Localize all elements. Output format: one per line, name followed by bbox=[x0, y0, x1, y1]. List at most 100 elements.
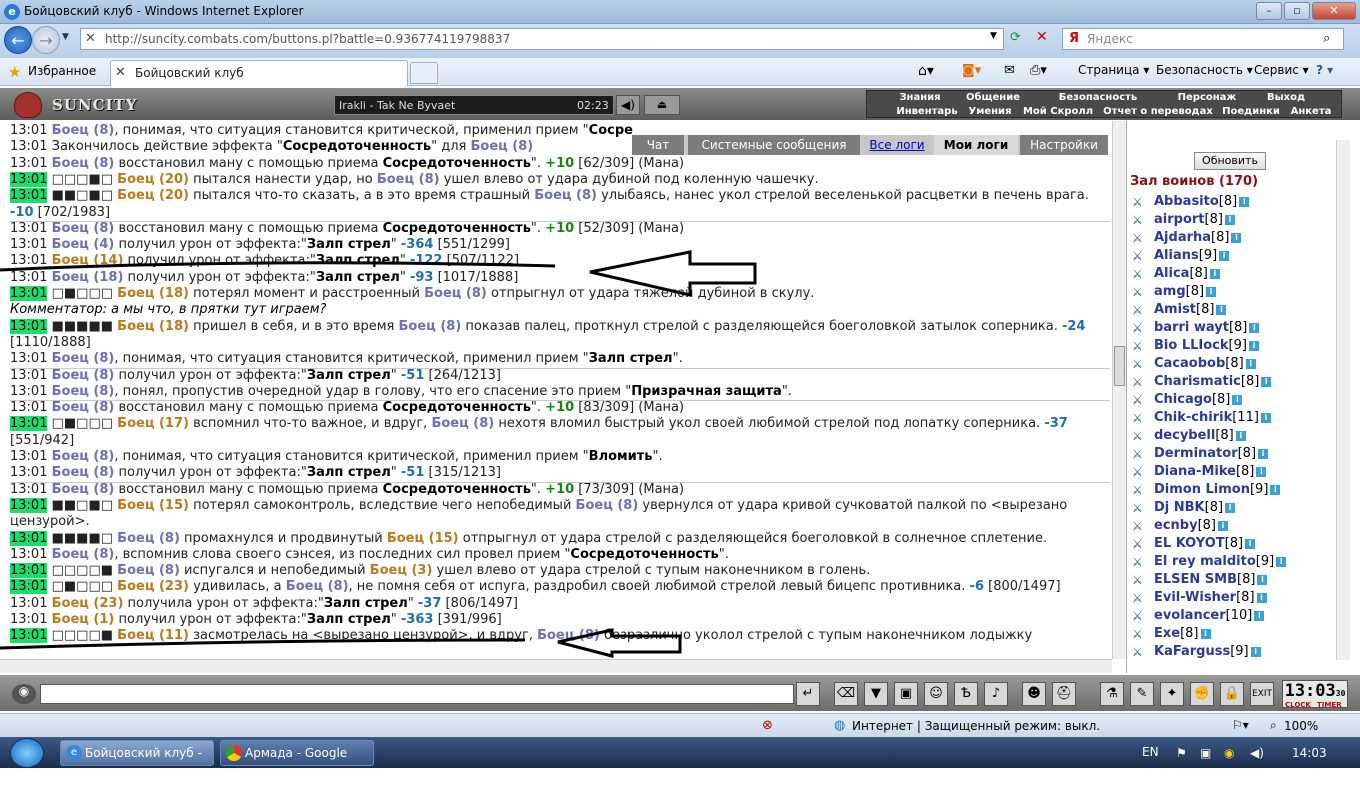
user-name[interactable]: Bio LLIock bbox=[1154, 338, 1229, 353]
user-list-item[interactable]: ⚔ Exe[8] i bbox=[1132, 626, 1211, 644]
favorites-star-icon[interactable]: ★ bbox=[8, 63, 21, 81]
smiley-icon[interactable]: ☻ bbox=[1022, 682, 1046, 706]
fighter-link[interactable]: Боец (15) bbox=[117, 498, 189, 513]
info-icon[interactable]: i bbox=[1254, 610, 1265, 621]
tray-app-icon[interactable]: ◉ bbox=[1224, 746, 1234, 760]
menu-exit[interactable]: Выход bbox=[1258, 92, 1314, 104]
popup-blocker-icon[interactable]: ⊗ bbox=[762, 718, 773, 733]
fighter-link[interactable]: Боец (8) bbox=[52, 482, 115, 497]
lock-icon[interactable]: 🔒 bbox=[1220, 682, 1244, 706]
user-name[interactable]: Ajdarha bbox=[1154, 230, 1211, 245]
private-message-icon[interactable]: ⚔ bbox=[1132, 339, 1154, 353]
private-message-icon[interactable]: ⚔ bbox=[1132, 213, 1154, 227]
user-name[interactable]: Derminator bbox=[1154, 446, 1238, 461]
start-button[interactable] bbox=[10, 738, 44, 768]
private-message-icon[interactable]: ⚔ bbox=[1132, 519, 1154, 533]
private-message-icon[interactable]: ⚔ bbox=[1132, 609, 1154, 623]
menu-skills[interactable]: Умения bbox=[964, 106, 1016, 118]
user-name[interactable]: ecnby bbox=[1154, 518, 1198, 533]
close-button[interactable]: ✕ bbox=[1312, 2, 1356, 20]
fighter-link[interactable]: Боец (8) bbox=[470, 139, 533, 154]
user-list-item[interactable]: ⚔ Bio LLIock[9] i bbox=[1132, 338, 1259, 356]
menu-profile[interactable]: Анкета bbox=[1286, 106, 1336, 118]
user-name[interactable]: Charismatic bbox=[1154, 374, 1241, 389]
user-list-item[interactable]: ⚔ Derminator[8] i bbox=[1132, 446, 1269, 464]
info-icon[interactable]: i bbox=[1219, 250, 1230, 261]
menu-transfer-report[interactable]: Отчет о переводах bbox=[1100, 106, 1216, 118]
user-name[interactable]: Cacaobob bbox=[1154, 356, 1225, 371]
scroll-icon[interactable]: ✎ bbox=[1130, 682, 1154, 706]
exit-icon[interactable]: EXIT bbox=[1250, 682, 1274, 706]
private-message-icon[interactable]: ⚔ bbox=[1132, 231, 1154, 245]
info-icon[interactable]: i bbox=[1206, 286, 1217, 297]
info-icon[interactable]: i bbox=[1245, 358, 1256, 369]
print-icon[interactable]: ⎙▾ bbox=[1030, 63, 1047, 78]
fighter-link[interactable]: Боец (8) bbox=[52, 449, 115, 464]
user-list-item[interactable]: ⚔ Abbasito[8] i bbox=[1132, 194, 1250, 212]
fighter-link[interactable]: Боец (4) bbox=[52, 237, 115, 252]
private-message-icon[interactable]: ⚔ bbox=[1132, 321, 1154, 335]
user-list-item[interactable]: ⚔ Dj NBK[8] i bbox=[1132, 500, 1236, 518]
tools-menu[interactable]: Сервис ▾ bbox=[1254, 63, 1309, 77]
page-menu[interactable]: Страница ▾ bbox=[1078, 63, 1149, 77]
user-name[interactable]: Dimon Limon bbox=[1154, 482, 1250, 497]
user-name[interactable]: airport bbox=[1154, 212, 1205, 227]
fighter-link[interactable]: Боец (8) bbox=[534, 188, 597, 203]
private-message-icon[interactable]: ⚔ bbox=[1132, 429, 1154, 443]
fighter-link[interactable]: Боец (11) bbox=[117, 628, 189, 643]
user-name[interactable]: decybell bbox=[1154, 428, 1215, 443]
filter-icon[interactable]: ▼ bbox=[864, 682, 888, 706]
info-icon[interactable]: i bbox=[1260, 412, 1271, 423]
info-icon[interactable]: i bbox=[1209, 268, 1220, 279]
private-message-icon[interactable]: ⚔ bbox=[1132, 393, 1154, 407]
help-menu[interactable]: ? ▾ bbox=[1316, 63, 1333, 77]
info-icon[interactable]: i bbox=[1261, 376, 1272, 387]
fighter-link[interactable]: Боец (8) bbox=[52, 384, 115, 399]
private-message-icon[interactable]: ⚔ bbox=[1132, 627, 1154, 641]
fighter-link[interactable]: Боец (18) bbox=[52, 270, 124, 285]
private-message-icon[interactable]: ⚔ bbox=[1132, 501, 1154, 515]
private-message-icon[interactable]: ⚔ bbox=[1132, 465, 1154, 479]
info-icon[interactable]: i bbox=[1245, 538, 1256, 549]
volume-tray-icon[interactable]: ◀) bbox=[1250, 746, 1264, 760]
search-input[interactable]: Яндекс bbox=[1087, 32, 1133, 46]
user-list-item[interactable]: ⚔ Ajdarha[8] i bbox=[1132, 230, 1242, 248]
user-list-item[interactable]: ⚔ Amist[8] i bbox=[1132, 302, 1227, 320]
user-list-item[interactable]: ⚔ Dimon Limon[9] i bbox=[1132, 482, 1281, 500]
users-scrollbar[interactable] bbox=[1336, 140, 1350, 660]
private-message-icon[interactable]: ⚔ bbox=[1132, 375, 1154, 389]
stop-icon[interactable]: ✕ bbox=[1036, 29, 1048, 45]
private-message-icon[interactable]: ⚔ bbox=[1132, 303, 1154, 317]
music-player[interactable]: Irakli - Tak Ne Byvaet 02:23 bbox=[334, 95, 614, 115]
fighter-link[interactable]: Боец (23) bbox=[52, 596, 124, 611]
fighter-link[interactable]: Боец (8) bbox=[117, 563, 180, 578]
menu-character[interactable]: Персонаж bbox=[1164, 92, 1250, 104]
eject-icon[interactable]: ⏏ bbox=[644, 95, 680, 115]
info-icon[interactable]: i bbox=[1235, 430, 1246, 441]
user-name[interactable]: El rey maldito bbox=[1154, 554, 1256, 569]
menu-my-scroll[interactable]: Мой Скролл bbox=[1020, 106, 1096, 118]
private-message-icon[interactable]: ⚔ bbox=[1132, 645, 1154, 659]
user-icon[interactable]: ☺ bbox=[924, 682, 948, 706]
chat-scroll-thumb[interactable] bbox=[1114, 346, 1125, 386]
private-message-icon[interactable]: ⚔ bbox=[1132, 483, 1154, 497]
private-message-icon[interactable]: ⚔ bbox=[1132, 267, 1154, 281]
user-list-item[interactable]: ⚔ ELSEN SMB[8] i bbox=[1132, 572, 1268, 590]
user-list-item[interactable]: ⚔ El rey maldito[9] i bbox=[1132, 554, 1287, 572]
fighter-link[interactable]: Боец (17) bbox=[117, 416, 189, 431]
info-icon[interactable]: i bbox=[1250, 646, 1261, 657]
fighter-link[interactable]: Боец (18) bbox=[117, 319, 189, 334]
favorites-button[interactable]: Избранное bbox=[28, 64, 96, 78]
search-icon[interactable]: ⌕ bbox=[1323, 31, 1330, 46]
private-message-icon[interactable]: ⚔ bbox=[1132, 555, 1154, 569]
menu-security[interactable]: Безопасность bbox=[1050, 92, 1146, 104]
fighter-link[interactable]: Боец (3) bbox=[370, 563, 433, 578]
user-list-item[interactable]: ⚔ decybell[8] i bbox=[1132, 428, 1246, 446]
zoom-level[interactable]: 100% bbox=[1284, 719, 1318, 733]
fighter-link[interactable]: Боец (8) bbox=[117, 531, 180, 546]
private-message-icon[interactable]: ⚔ bbox=[1132, 591, 1154, 605]
info-icon[interactable]: i bbox=[1256, 466, 1267, 477]
info-icon[interactable]: i bbox=[1257, 574, 1268, 585]
fighter-link[interactable]: Боец (8) bbox=[52, 547, 115, 562]
user-name[interactable]: KaFarguss bbox=[1154, 644, 1230, 659]
